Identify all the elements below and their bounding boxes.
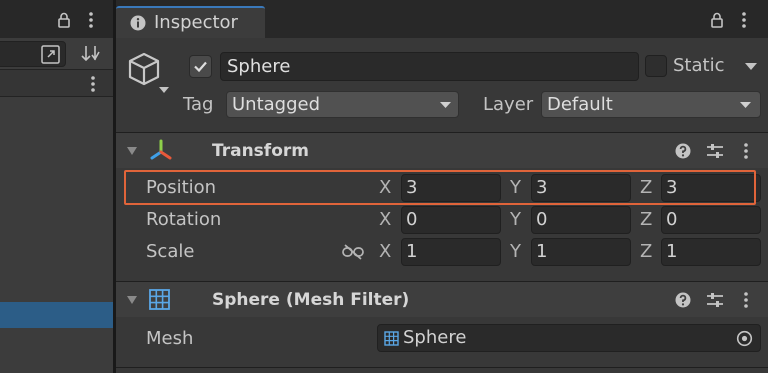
tab-inspector-label: Inspector — [154, 12, 238, 33]
hierarchy-scene-header — [0, 70, 113, 97]
rotation-z-axis-label[interactable]: Z — [640, 209, 652, 230]
rotation-x-value: 0 — [406, 209, 418, 230]
presets-icon[interactable] — [706, 142, 724, 160]
static-checkbox[interactable] — [645, 55, 667, 77]
more-options-icon[interactable] — [90, 76, 96, 92]
static-dropdown-arrow-icon[interactable] — [744, 62, 758, 71]
mesh-grid-icon — [149, 289, 170, 310]
mesh-filter-title: Sphere (Mesh Filter) — [212, 290, 410, 310]
chevron-down-icon — [739, 101, 752, 109]
scale-z-axis-label[interactable]: Z — [640, 241, 652, 262]
layer-label: Layer — [483, 94, 534, 115]
layer-dropdown[interactable]: Default — [541, 91, 761, 118]
more-options-icon[interactable] — [88, 12, 94, 28]
rotation-y-value: 0 — [536, 209, 548, 230]
rotation-label: Rotation — [146, 209, 222, 230]
icon-dropdown-arrow-icon[interactable] — [158, 86, 170, 94]
object-name-value: Sphere — [227, 56, 291, 77]
chevron-down-icon — [439, 101, 452, 109]
more-options-icon[interactable] — [741, 12, 747, 28]
scale-z-field[interactable]: 1 — [661, 238, 761, 266]
object-picker-icon[interactable] — [736, 330, 753, 347]
rotation-z-value: 0 — [666, 209, 678, 230]
rotation-y-axis-label[interactable]: Y — [510, 209, 521, 230]
open-in-window-icon[interactable] — [41, 45, 60, 64]
gameobject-cube-icon[interactable] — [128, 52, 164, 90]
more-options-icon[interactable] — [743, 292, 749, 308]
scale-z-value: 1 — [666, 241, 678, 262]
constrain-proportions-icon[interactable] — [342, 244, 364, 260]
rotation-x-field[interactable]: 0 — [401, 206, 501, 234]
foldout-arrow-icon[interactable] — [126, 146, 138, 156]
component-divider — [116, 367, 768, 368]
mesh-object-value: Sphere — [403, 327, 467, 348]
more-options-icon[interactable] — [743, 143, 749, 159]
help-icon[interactable] — [675, 143, 691, 159]
scale-x-field[interactable]: 1 — [401, 238, 501, 266]
tag-dropdown[interactable]: Untagged — [226, 91, 459, 118]
lock-icon[interactable] — [711, 12, 723, 28]
hierarchy-selected-row[interactable] — [0, 302, 113, 328]
hierarchy-tab-bar — [0, 0, 113, 38]
layer-dropdown-value: Default — [547, 94, 613, 115]
transform-title: Transform — [212, 141, 309, 161]
active-checkbox[interactable] — [189, 55, 212, 78]
help-icon[interactable] — [675, 292, 691, 308]
mesh-label: Mesh — [146, 328, 194, 349]
lock-icon[interactable] — [58, 12, 70, 28]
object-name-field[interactable]: Sphere — [220, 52, 639, 81]
mesh-filter-header[interactable]: Sphere (Mesh Filter) — [116, 281, 768, 317]
foldout-arrow-icon[interactable] — [126, 295, 138, 305]
sort-icon[interactable] — [80, 43, 102, 65]
tag-label: Tag — [183, 94, 214, 115]
rotation-y-field[interactable]: 0 — [531, 206, 631, 234]
tag-dropdown-value: Untagged — [232, 94, 321, 115]
rotation-z-field[interactable]: 0 — [661, 206, 761, 234]
mesh-grid-icon — [384, 331, 399, 346]
info-icon — [130, 15, 146, 31]
mesh-object-field[interactable]: Sphere — [377, 324, 761, 352]
scale-y-value: 1 — [536, 241, 548, 262]
position-row-highlight — [124, 170, 756, 205]
transform-gizmo-icon — [149, 139, 173, 161]
scale-label: Scale — [146, 241, 195, 262]
transform-header[interactable]: Transform — [116, 132, 768, 168]
scale-y-field[interactable]: 1 — [531, 238, 631, 266]
scale-x-value: 1 — [406, 241, 418, 262]
presets-icon[interactable] — [706, 291, 724, 309]
tab-inspector[interactable]: Inspector — [116, 6, 265, 38]
rotation-x-axis-label[interactable]: X — [379, 209, 391, 230]
static-label: Static — [673, 55, 725, 76]
scale-x-axis-label[interactable]: X — [379, 241, 391, 262]
scale-y-axis-label[interactable]: Y — [510, 241, 521, 262]
